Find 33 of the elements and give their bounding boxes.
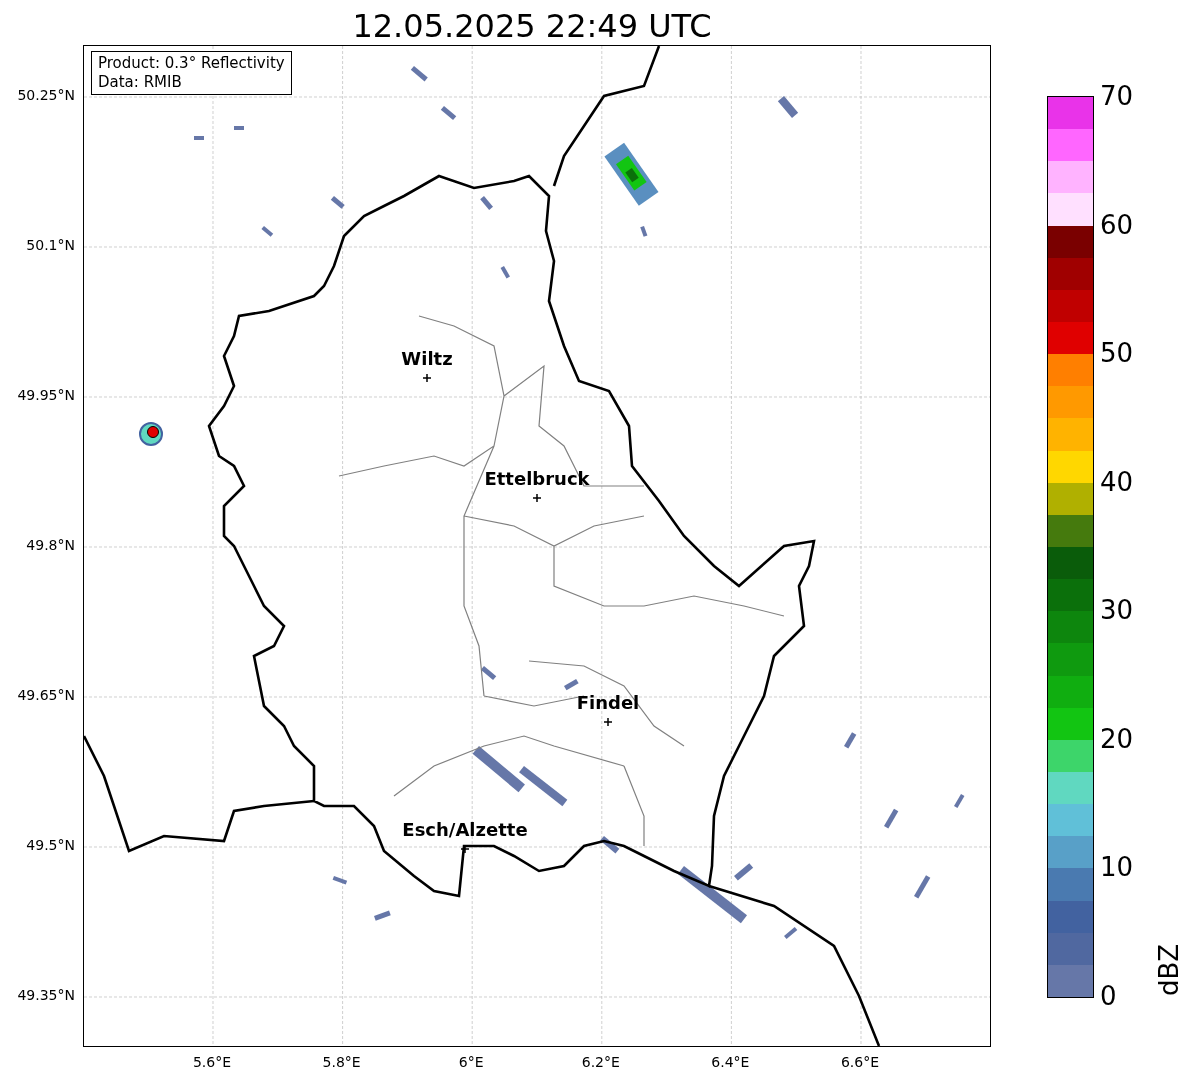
latitude-label: 49.95°N <box>17 387 75 403</box>
city-marker-icon <box>604 718 612 726</box>
longitude-label: 6°E <box>458 1054 484 1070</box>
latitude-label: 50.25°N <box>17 87 75 103</box>
longitude-label: 5.6°E <box>192 1054 232 1070</box>
colorbar-label: dBZ <box>1154 942 1184 996</box>
colorbar-tick-label: 70 <box>1100 81 1134 111</box>
city-marker-icon <box>423 374 431 382</box>
colorbar-tick-label: 60 <box>1100 209 1134 240</box>
colorbar-tick-label: 30 <box>1100 595 1134 626</box>
colorbar-tick-label: 10 <box>1100 852 1134 883</box>
colorbar-tick-label: 0 <box>1100 981 1117 1011</box>
latitude-label: 50.1°N <box>26 237 75 253</box>
city-label: Wiltz <box>401 348 453 369</box>
longitude-label: 6.2°E <box>581 1054 620 1070</box>
latitude-label: 49.5°N <box>26 837 75 853</box>
latitude-label: 49.35°N <box>17 987 75 1003</box>
colorbar-tick-label: 40 <box>1100 466 1134 497</box>
legend-text: Product: 0.3° Reflectivity <box>98 54 285 73</box>
longitude-label: 5.8°E <box>322 1054 361 1070</box>
city-label: Ettelbruck <box>484 468 590 489</box>
colorbar-tick-label: 20 <box>1100 723 1134 754</box>
colorbar-tick-label: 50 <box>1100 338 1134 369</box>
chart-title: 12.05.2025 22:49 UTC <box>351 6 713 45</box>
latitude-label: 49.8°N <box>26 537 75 553</box>
latitude-label: 49.65°N <box>17 687 75 703</box>
city-marker-icon <box>461 845 469 853</box>
city-label: Esch/Alzette <box>402 819 528 840</box>
longitude-label: 6.6°E <box>840 1054 880 1070</box>
longitude-label: 6.4°E <box>711 1054 750 1070</box>
city-marker-icon <box>533 494 541 502</box>
legend-text: Data: RMIB <box>98 73 183 92</box>
city-label: Findel <box>576 692 640 713</box>
